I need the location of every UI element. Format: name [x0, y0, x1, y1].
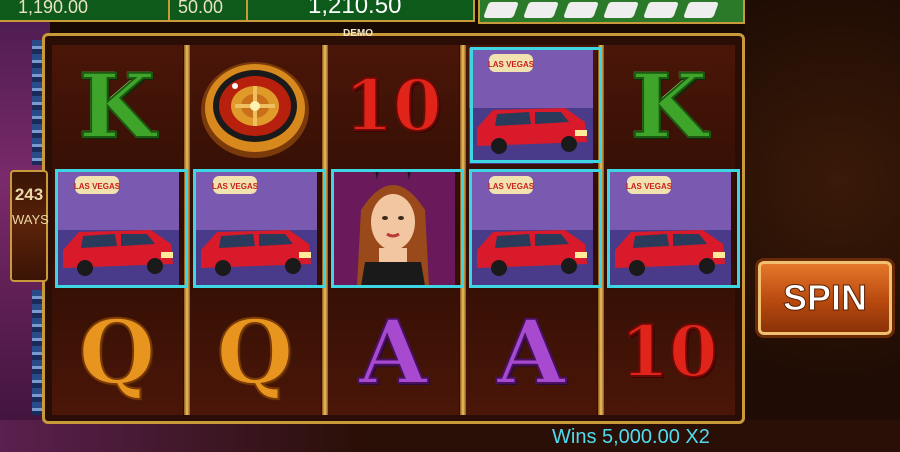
- symbol-k: K: [607, 48, 731, 164]
- symbol-a: A: [331, 294, 455, 410]
- q-letter: Q: [216, 300, 295, 404]
- ten-numeral: 10: [343, 64, 442, 147]
- bottom-backdrop: [0, 420, 900, 452]
- credit-meter: 1,190.00: [0, 0, 170, 20]
- ten-numeral: 10: [619, 310, 718, 393]
- q-letter: Q: [78, 300, 157, 404]
- win-highlight: [55, 169, 188, 288]
- k-letter: K: [78, 54, 156, 158]
- win-highlight: [193, 169, 326, 288]
- dice-icon: [683, 2, 719, 18]
- dice-icon: [643, 2, 679, 18]
- symbol-q: Q: [55, 294, 179, 410]
- bet-meter: 50.00: [170, 0, 248, 20]
- win-highlight: [331, 169, 464, 288]
- ways-word: WAYS: [12, 212, 49, 227]
- a-letter: A: [496, 300, 566, 404]
- win-highlight: [469, 169, 602, 288]
- demo-label: DEMO: [343, 28, 373, 39]
- symbol-a: A: [469, 294, 593, 410]
- left-chip-strip-top: [32, 40, 42, 165]
- roulette-icon: [201, 62, 309, 158]
- win-highlight: [470, 47, 602, 163]
- left-chip-strip-bottom: [32, 290, 42, 415]
- symbol-k: K: [55, 48, 179, 164]
- total-meter: 1,210.50: [248, 0, 475, 20]
- win-status: Wins 5,000.00 X2: [552, 426, 710, 448]
- ways-panel: 243 WAYS: [10, 170, 49, 282]
- right-backdrop: [745, 0, 900, 452]
- ways-number: 243: [14, 185, 44, 204]
- spin-button[interactable]: SPIN: [758, 261, 892, 335]
- dice-icon: [523, 2, 559, 18]
- a-letter: A: [358, 300, 428, 404]
- symbol-roulette: [193, 48, 317, 164]
- win-highlight: [607, 169, 740, 288]
- dice-icon: [603, 2, 639, 18]
- k-letter: K: [630, 54, 708, 158]
- symbol-ten: 10: [331, 48, 455, 164]
- meter-bar: 1,190.00 50.00 1,210.50: [0, 0, 475, 22]
- dice-decoration: [478, 0, 745, 24]
- symbol-ten: 10: [607, 294, 731, 410]
- dice-icon: [563, 2, 599, 18]
- dice-icon: [483, 2, 519, 18]
- symbol-q: Q: [193, 294, 317, 410]
